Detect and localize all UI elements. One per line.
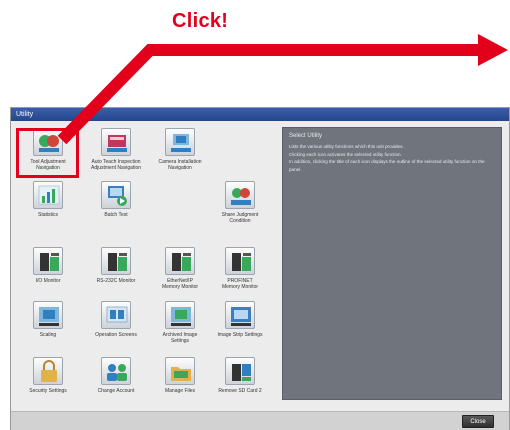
window-title: Utility <box>11 108 509 121</box>
tile-archived-image-settings[interactable]: Archived Image Settings <box>149 301 211 353</box>
description-text: Lists the various utility functions whic… <box>289 144 485 172</box>
tile-label: Scaling <box>39 332 57 338</box>
window-footer: Close <box>11 411 509 430</box>
ethernet-ip-icon <box>165 247 195 275</box>
folder-icon <box>165 357 195 385</box>
tile-security-settings[interactable]: Security Settings <box>17 357 79 409</box>
auto-teach-icon <box>101 128 131 156</box>
tile-label: Remove SD Card 2 <box>218 388 262 394</box>
sd-card-icon <box>225 357 255 385</box>
tile-profinet-memory-monitor[interactable]: PROFINET Memory Monitor <box>209 247 271 299</box>
stage: Click! Utility Tool Adjustment Navigatio… <box>0 0 510 430</box>
tile-label: Change Account <box>97 388 135 394</box>
tile-label: Security Settings <box>29 388 67 394</box>
batch-test-icon <box>101 181 131 209</box>
tile-ethernet-ip-memory-monitor[interactable]: EtherNet/IP Memory Monitor <box>149 247 211 299</box>
tile-image-strip-settings[interactable]: Image Strip Settings <box>209 301 271 353</box>
click-label: Click! <box>172 10 229 32</box>
tile-share-judgment-condition[interactable]: Share Judgment Condition <box>209 181 271 233</box>
description-title: Select Utility <box>289 133 323 139</box>
tile-statistics[interactable]: Statistics <box>17 181 79 233</box>
description-panel: Select Utility Lists the various utility… <box>282 127 502 400</box>
tile-remove-sd-card-2[interactable]: Remove SD Card 2 <box>209 357 271 409</box>
tile-label: RS-232C Monitor <box>96 278 136 284</box>
tile-label: EtherNet/IP Memory Monitor <box>161 278 199 290</box>
tile-label: Archived Image Settings <box>162 332 198 344</box>
tile-label: PROFINET Memory Monitor <box>221 278 259 290</box>
tile-label: Batch Test <box>104 212 128 218</box>
users-icon <box>101 357 131 385</box>
lock-icon <box>33 357 63 385</box>
tile-io-monitor[interactable]: I/O Monitor <box>17 247 79 299</box>
tile-label: Auto Teach Inspection Adjustment Navigat… <box>90 159 142 171</box>
tile-change-account[interactable]: Change Account <box>85 357 147 409</box>
selection-highlight <box>16 128 79 178</box>
camera-install-icon <box>165 128 195 156</box>
tile-label: Camera Installation Navigation <box>158 159 202 171</box>
tile-auto-teach-navigation[interactable]: Auto Teach Inspection Adjustment Navigat… <box>85 128 147 180</box>
tile-label: Operation Screens <box>95 332 137 338</box>
archived-image-icon <box>165 301 195 329</box>
tile-label: Share Judgment Condition <box>221 212 259 224</box>
close-button[interactable]: Close <box>462 415 494 428</box>
utility-body: Tool Adjustment Navigation Auto Teach In… <box>11 121 509 411</box>
image-strip-icon <box>225 301 255 329</box>
tile-label: Statistics <box>37 212 58 218</box>
tile-manage-files[interactable]: Manage Files <box>149 357 211 409</box>
scaling-icon <box>33 301 63 329</box>
tile-rs232c-monitor[interactable]: RS-232C Monitor <box>85 247 147 299</box>
tile-label: Image Strip Settings <box>217 332 263 338</box>
tile-label: Manage Files <box>164 388 195 394</box>
profinet-icon <box>225 247 255 275</box>
share-judgment-icon <box>225 181 255 209</box>
io-monitor-icon <box>33 247 63 275</box>
rs232c-icon <box>101 247 131 275</box>
utility-window: Utility Tool Adjustment Navigation Auto … <box>10 107 510 430</box>
tile-operation-screens[interactable]: Operation Screens <box>85 301 147 353</box>
tile-label: I/O Monitor <box>35 278 61 284</box>
tile-batch-test[interactable]: Batch Test <box>85 181 147 233</box>
operation-screens-icon <box>101 301 131 329</box>
tile-scaling[interactable]: Scaling <box>17 301 79 353</box>
tile-camera-installation-navigation[interactable]: Camera Installation Navigation <box>149 128 211 180</box>
chart-icon <box>33 181 63 209</box>
